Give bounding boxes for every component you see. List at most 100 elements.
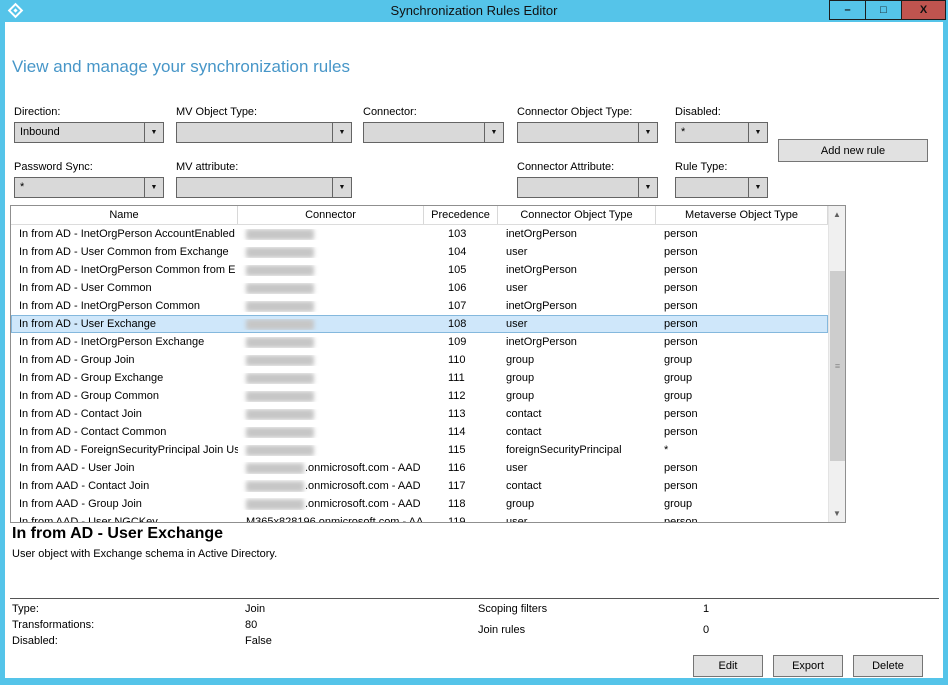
- scrollbar-thumb[interactable]: ≡: [830, 271, 845, 461]
- table-row[interactable]: In from AD - User Common106userperson: [11, 279, 828, 297]
- connector-dropdown[interactable]: ▼: [363, 122, 504, 143]
- redacted-connector-blur: [246, 355, 314, 366]
- join-rules-value: 0: [703, 624, 709, 636]
- scroll-down-icon[interactable]: ▼: [829, 505, 845, 522]
- redacted-connector-blur: [246, 445, 314, 456]
- column-header-connector-object-type[interactable]: Connector Object Type: [498, 206, 656, 224]
- filter-mv-attribute: MV attribute: ▼: [176, 161, 352, 198]
- edit-button[interactable]: Edit: [693, 655, 763, 677]
- redacted-connector-blur: [246, 247, 314, 258]
- filter-rule-type: Rule Type: ▼: [675, 161, 768, 198]
- redacted-connector-blur: [246, 283, 314, 294]
- connector-label: Connector:: [363, 106, 504, 118]
- export-button[interactable]: Export: [773, 655, 843, 677]
- filter-connector-attribute: Connector Attribute: ▼: [517, 161, 658, 198]
- redacted-connector-blur: [246, 337, 314, 348]
- chevron-down-icon[interactable]: ▼: [638, 178, 657, 197]
- disabled-detail-label: Disabled:: [12, 635, 58, 647]
- redacted-connector-blur: [246, 499, 304, 510]
- selected-rule-description: User object with Exchange schema in Acti…: [12, 548, 277, 560]
- table-row[interactable]: In from AD - Contact Common114contactper…: [11, 423, 828, 441]
- redacted-connector-blur: [246, 409, 314, 420]
- add-new-rule-button[interactable]: Add new rule: [778, 139, 928, 162]
- column-header-precedence[interactable]: Precedence: [424, 206, 498, 224]
- mv-attribute-dropdown[interactable]: ▼: [176, 177, 352, 198]
- table-row[interactable]: In from AD - User Common from Exchange10…: [11, 243, 828, 261]
- mv-object-type-dropdown[interactable]: ▼: [176, 122, 352, 143]
- redacted-connector-blur: [246, 301, 314, 312]
- transformations-label: Transformations:: [12, 619, 94, 631]
- transformations-value: 80: [245, 619, 257, 631]
- connector-text: .onmicrosoft.com - AAD: [305, 462, 421, 474]
- filter-disabled: Disabled: * ▼: [675, 106, 768, 143]
- disabled-label: Disabled:: [675, 106, 768, 118]
- window-controls: – □ X: [830, 0, 946, 20]
- column-header-connector[interactable]: Connector: [238, 206, 424, 224]
- rules-table-body: In from AD - InetOrgPerson AccountEnable…: [11, 225, 828, 522]
- filter-connector-object-type: Connector Object Type: ▼: [517, 106, 658, 143]
- direction-dropdown[interactable]: Inbound ▼: [14, 122, 164, 143]
- rules-table-header: Name Connector Precedence Connector Obje…: [11, 206, 845, 225]
- connector-object-type-label: Connector Object Type:: [517, 106, 658, 118]
- chevron-down-icon[interactable]: ▼: [748, 123, 767, 142]
- table-row[interactable]: In from AD - InetOrgPerson Common from E…: [11, 261, 828, 279]
- details-separator: [10, 598, 939, 599]
- filter-connector: Connector: ▼: [363, 106, 504, 143]
- table-row[interactable]: In from AAD - Group Join.onmicrosoft.com…: [11, 495, 828, 513]
- direction-label: Direction:: [14, 106, 164, 118]
- redacted-connector-blur: [246, 391, 314, 402]
- table-row[interactable]: In from AAD - Contact Join.onmicrosoft.c…: [11, 477, 828, 495]
- minimize-button[interactable]: –: [829, 0, 866, 20]
- table-row[interactable]: In from AD - Contact Join113contactperso…: [11, 405, 828, 423]
- connector-text: .onmicrosoft.com - AAD: [305, 498, 421, 510]
- filter-direction: Direction: Inbound ▼: [14, 106, 164, 143]
- table-row[interactable]: In from AD - InetOrgPerson Common107inet…: [11, 297, 828, 315]
- column-header-name[interactable]: Name: [11, 206, 238, 224]
- chevron-down-icon[interactable]: ▼: [748, 178, 767, 197]
- chevron-down-icon[interactable]: ▼: [332, 123, 351, 142]
- scoping-filters-value: 1: [703, 603, 709, 615]
- redacted-connector-blur: [246, 427, 314, 438]
- mv-attribute-label: MV attribute:: [176, 161, 352, 173]
- table-row[interactable]: In from AD - ForeignSecurityPrincipal Jo…: [11, 441, 828, 459]
- table-row[interactable]: In from AD - Group Common112groupgroup: [11, 387, 828, 405]
- chevron-down-icon[interactable]: ▼: [484, 123, 503, 142]
- chevron-down-icon[interactable]: ▼: [638, 123, 657, 142]
- table-row[interactable]: In from AD - Group Join110groupgroup: [11, 351, 828, 369]
- redacted-connector-blur: [246, 265, 314, 276]
- password-sync-label: Password Sync:: [14, 161, 164, 173]
- redacted-connector-blur: [246, 463, 304, 474]
- table-row[interactable]: In from AD - InetOrgPerson Exchange109in…: [11, 333, 828, 351]
- scoping-filters-label: Scoping filters: [478, 603, 547, 615]
- connector-text: .onmicrosoft.com - AAD: [305, 480, 421, 492]
- close-button[interactable]: X: [901, 0, 946, 20]
- table-row[interactable]: In from AD - User Exchange108userperson: [11, 315, 828, 333]
- chevron-down-icon[interactable]: ▼: [332, 178, 351, 197]
- chevron-down-icon[interactable]: ▼: [144, 178, 163, 197]
- table-row[interactable]: In from AAD - User NGCKeyM365x828196.onm…: [11, 513, 828, 522]
- mv-object-type-label: MV Object Type:: [176, 106, 352, 118]
- chevron-down-icon[interactable]: ▼: [144, 123, 163, 142]
- table-row[interactable]: In from AD - Group Exchange111groupgroup: [11, 369, 828, 387]
- delete-button[interactable]: Delete: [853, 655, 923, 677]
- redacted-connector-blur: [246, 373, 314, 384]
- table-row[interactable]: In from AAD - User Join.onmicrosoft.com …: [11, 459, 828, 477]
- disabled-dropdown[interactable]: * ▼: [675, 122, 768, 143]
- table-row[interactable]: In from AD - InetOrgPerson AccountEnable…: [11, 225, 828, 243]
- connector-attribute-label: Connector Attribute:: [517, 161, 658, 173]
- page-title: View and manage your synchronization rul…: [12, 57, 350, 77]
- maximize-button[interactable]: □: [865, 0, 902, 20]
- type-label: Type:: [12, 603, 39, 615]
- password-sync-dropdown[interactable]: * ▼: [14, 177, 164, 198]
- filter-password-sync: Password Sync: * ▼: [14, 161, 164, 198]
- connector-attribute-dropdown[interactable]: ▼: [517, 177, 658, 198]
- rules-table: Name Connector Precedence Connector Obje…: [10, 205, 846, 523]
- rule-type-dropdown[interactable]: ▼: [675, 177, 768, 198]
- filter-mv-object-type: MV Object Type: ▼: [176, 106, 352, 143]
- column-header-metaverse-object-type[interactable]: Metaverse Object Type: [656, 206, 828, 224]
- scroll-up-icon[interactable]: ▲: [829, 206, 845, 223]
- window-title: Synchronization Rules Editor: [0, 3, 948, 18]
- connector-object-type-dropdown[interactable]: ▼: [517, 122, 658, 143]
- vertical-scrollbar[interactable]: ▲ ≡ ▼: [828, 206, 845, 522]
- disabled-detail-value: False: [245, 635, 272, 647]
